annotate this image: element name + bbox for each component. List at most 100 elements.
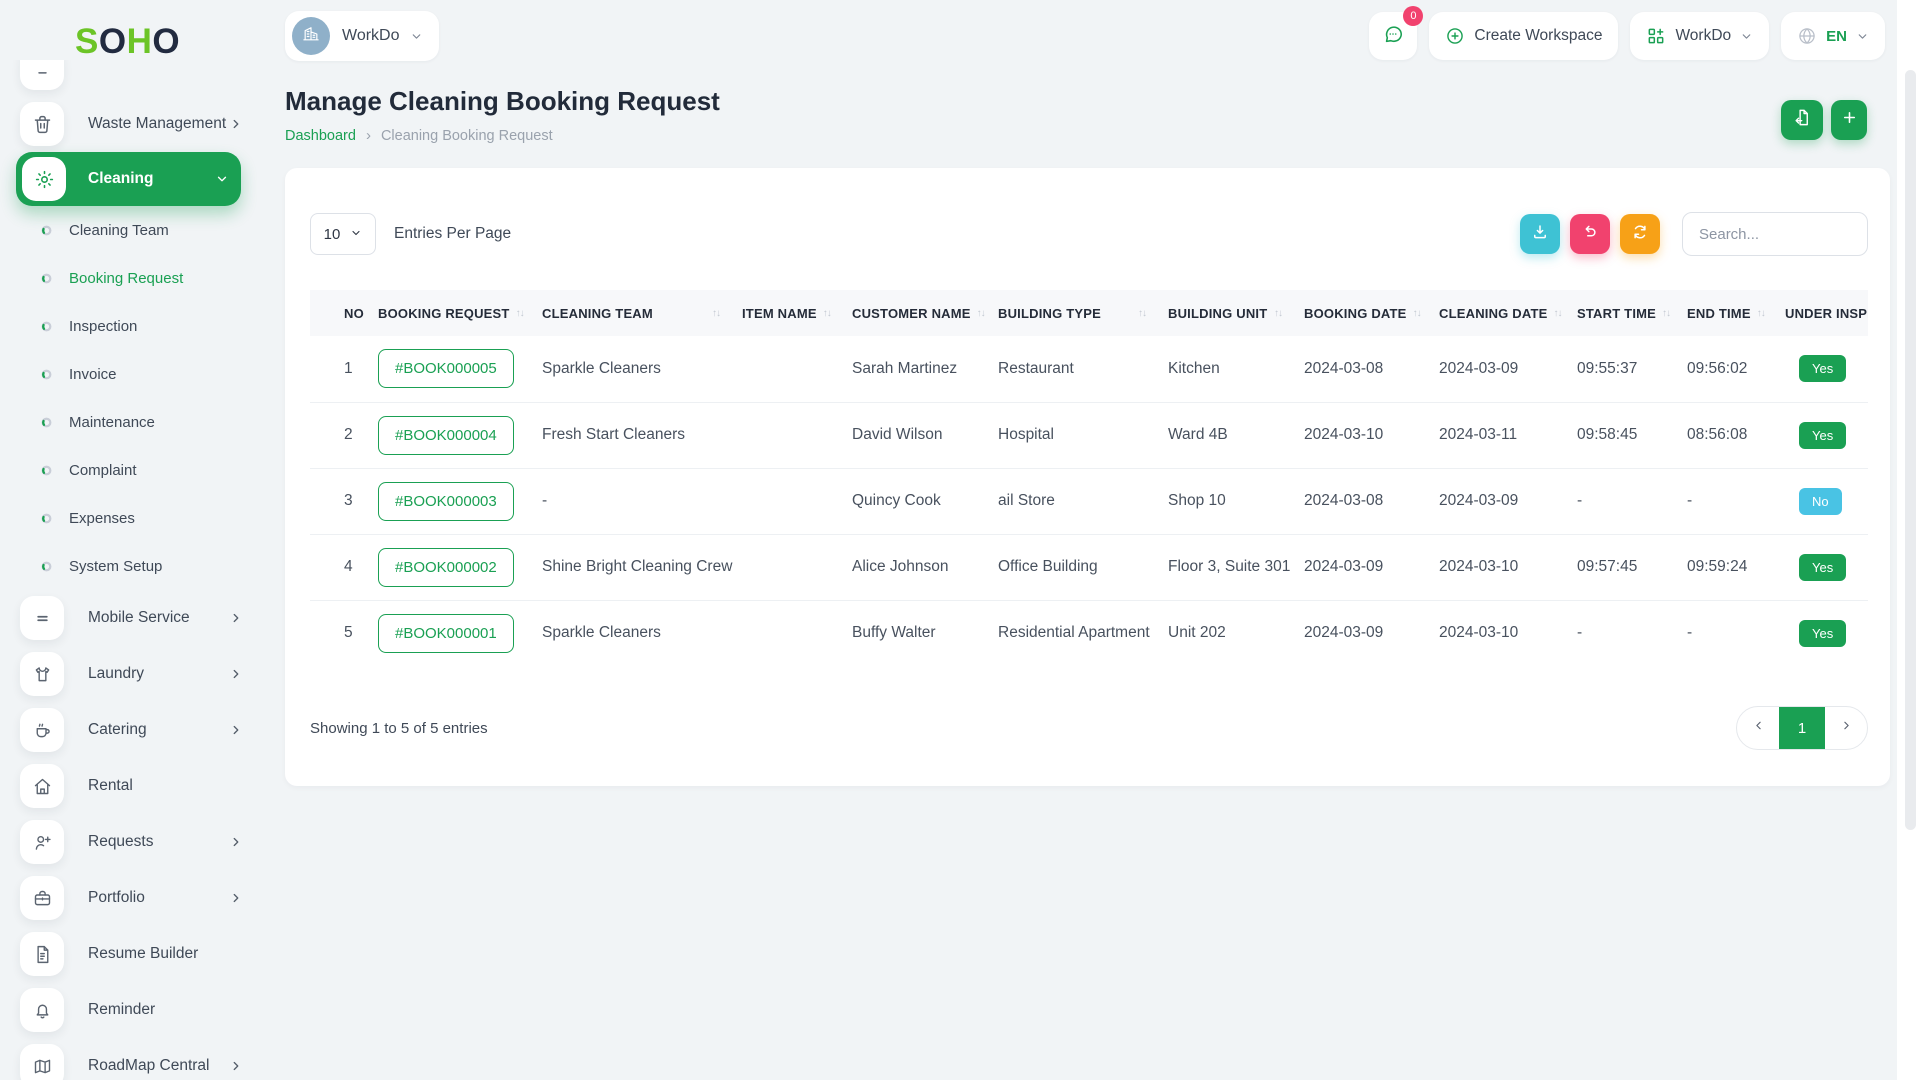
sort-icon[interactable]: ↑↓	[977, 308, 985, 319]
sidebar-item-portfolio[interactable]: Portfolio	[0, 870, 257, 926]
sort-icon[interactable]: ↑↓	[1413, 308, 1421, 319]
column-header-under_inspection[interactable]: UNDER INSPECTION↑↓	[1785, 290, 1868, 336]
entries-per-page-select[interactable]: 10	[310, 213, 376, 255]
column-header-booking_request[interactable]: BOOKING REQUEST↑↓	[378, 290, 542, 336]
status-ring-icon	[40, 224, 53, 237]
sort-icon[interactable]: ↑↓	[1662, 308, 1670, 319]
sidebar-item-laundry[interactable]: Laundry	[0, 646, 257, 702]
cell-cleaning-team: Fresh Start Cleaners	[542, 402, 742, 468]
column-header-cleaning_date[interactable]: CLEANING DATE↑↓	[1439, 290, 1577, 336]
export-button[interactable]	[1781, 100, 1823, 140]
booking-request-link[interactable]: #BOOK000003	[378, 482, 514, 521]
sidebar-subitem-booking-request[interactable]: Booking Request	[0, 254, 257, 302]
cell-building-type: Restaurant	[998, 336, 1168, 402]
sidebar-subitem-expenses[interactable]: Expenses	[0, 494, 257, 542]
sidebar-item-label: RoadMap Central	[88, 1057, 229, 1075]
create-workspace-button[interactable]: Create Workspace	[1429, 12, 1618, 60]
language-selector[interactable]: EN	[1781, 12, 1885, 60]
soho-logo[interactable]: SOHO	[0, 0, 257, 59]
sidebar-subitem-system-setup[interactable]: System Setup	[0, 542, 257, 590]
sort-icon[interactable]: ↑↓	[1757, 308, 1765, 319]
breadcrumb: Dashboard › Cleaning Booking Request	[285, 127, 720, 144]
column-header-building_unit[interactable]: BUILDING UNIT↑↓	[1168, 290, 1304, 336]
topbar-actions: 0 Create Workspace WorkDo EN	[1369, 12, 1885, 60]
sidebar-subitem-label: Expenses	[69, 510, 257, 527]
refresh-button[interactable]	[1620, 214, 1660, 254]
sort-icon[interactable]: ↑↓	[1274, 308, 1282, 319]
sort-icon[interactable]: ↑↓	[823, 308, 831, 319]
pagination-next-button[interactable]	[1825, 706, 1867, 750]
sidebar-item-label: Rental	[88, 777, 243, 795]
column-label: NO	[344, 306, 364, 321]
sidebar-subitem-label: Inspection	[69, 318, 257, 335]
sidebar-item-clipped[interactable]	[0, 60, 257, 96]
sidebar-subitem-inspection[interactable]: Inspection	[0, 302, 257, 350]
chevron-down-icon	[1856, 30, 1869, 43]
chevron-right-icon	[229, 723, 243, 737]
workspace-avatar	[292, 17, 330, 55]
booking-request-link[interactable]: #BOOK000004	[378, 416, 514, 455]
sidebar-item-roadmap-central[interactable]: RoadMap Central	[0, 1038, 257, 1080]
column-header-booking_date[interactable]: BOOKING DATE↑↓	[1304, 290, 1439, 336]
column-header-customer_name[interactable]: CUSTOMER NAME↑↓	[852, 290, 998, 336]
sort-icon[interactable]: ↑↓	[1138, 308, 1146, 319]
pagination-prev-button[interactable]	[1737, 706, 1779, 750]
sidebar-item-resume-builder[interactable]: Resume Builder	[0, 926, 257, 982]
logo-letter: S	[75, 22, 99, 61]
chevron-down-icon	[350, 226, 362, 243]
table-wrap: NO BOOKING REQUEST↑↓CLEANING TEAM↑↓ITEM N…	[310, 290, 1868, 666]
column-header-start_time[interactable]: START TIME↑↓	[1577, 290, 1687, 336]
booking-request-link[interactable]: #BOOK000002	[378, 548, 514, 587]
sidebar-item-label: Mobile Service	[88, 609, 229, 627]
sidebar-subitem-invoice[interactable]: Invoice	[0, 350, 257, 398]
breadcrumb-dashboard-link[interactable]: Dashboard	[285, 128, 356, 144]
column-header-item_name[interactable]: ITEM NAME↑↓	[742, 290, 852, 336]
workspace-selector[interactable]: WorkDo	[285, 11, 439, 61]
sidebar-item-mobile-service[interactable]: Mobile Service	[0, 590, 257, 646]
column-header-cleaning_team[interactable]: CLEANING TEAM↑↓	[542, 290, 742, 336]
add-booking-button[interactable]	[1831, 100, 1867, 140]
table-row: 1#BOOK000005Sparkle CleanersSarah Martin…	[310, 336, 1868, 402]
sidebar-item-reminder[interactable]: Reminder	[0, 982, 257, 1038]
sort-icon[interactable]: ↑↓	[516, 308, 524, 319]
sidebar-item-rental[interactable]: Rental	[0, 758, 257, 814]
sidebar-subitem-complaint[interactable]: Complaint	[0, 446, 257, 494]
sidebar-subitem-cleaning-team[interactable]: Cleaning Team	[0, 206, 257, 254]
sidebar-subitem-maintenance[interactable]: Maintenance	[0, 398, 257, 446]
column-header-end_time[interactable]: END TIME↑↓	[1687, 290, 1785, 336]
status-ring-icon	[40, 416, 53, 429]
document-icon	[20, 932, 64, 976]
cell-building-type: Hospital	[998, 402, 1168, 468]
window-scrollbar[interactable]	[1897, 0, 1920, 1080]
pagination: 1	[1736, 706, 1868, 750]
map-icon	[20, 1044, 64, 1080]
sort-icon[interactable]: ↑↓	[712, 308, 720, 319]
cell-start-time: -	[1577, 600, 1687, 666]
sidebar-item-cleaning[interactable]: Cleaning	[16, 152, 241, 206]
top-header: WorkDo 0 Create Workspace WorkDo EN	[257, 0, 1897, 72]
messages-button[interactable]: 0	[1369, 12, 1417, 60]
grid-plus-icon	[1646, 26, 1666, 46]
pagination-page-1[interactable]: 1	[1779, 706, 1825, 750]
reset-button[interactable]	[1570, 214, 1610, 254]
plus-circle-icon	[1445, 26, 1465, 46]
export-download-button[interactable]	[1520, 214, 1560, 254]
cell-cleaning-date: 2024-03-09	[1439, 468, 1577, 534]
table-controls: 10 Entries Per Page	[310, 212, 1868, 256]
booking-request-link[interactable]: #BOOK000001	[378, 614, 514, 653]
sidebar-item-catering[interactable]: Catering	[0, 702, 257, 758]
booking-request-link[interactable]: #BOOK000005	[378, 349, 514, 388]
search-input[interactable]	[1682, 212, 1868, 256]
chevron-right-icon	[229, 667, 243, 681]
sidebar-item-requests[interactable]: Requests	[0, 814, 257, 870]
sidebar-item-waste-management[interactable]: Waste Management	[0, 96, 257, 152]
table-row: 4#BOOK000002Shine Bright Cleaning CrewAl…	[310, 534, 1868, 600]
scrollbar-thumb[interactable]	[1905, 70, 1916, 830]
cell-end-time: 09:56:02	[1687, 336, 1785, 402]
cell-item-name	[742, 336, 852, 402]
cell-cleaning-date: 2024-03-10	[1439, 600, 1577, 666]
sort-icon[interactable]: ↑↓	[1554, 308, 1562, 319]
app-switcher-button[interactable]: WorkDo	[1630, 12, 1769, 60]
plus-icon	[1840, 108, 1859, 132]
column-header-building_type[interactable]: BUILDING TYPE↑↓	[998, 290, 1168, 336]
